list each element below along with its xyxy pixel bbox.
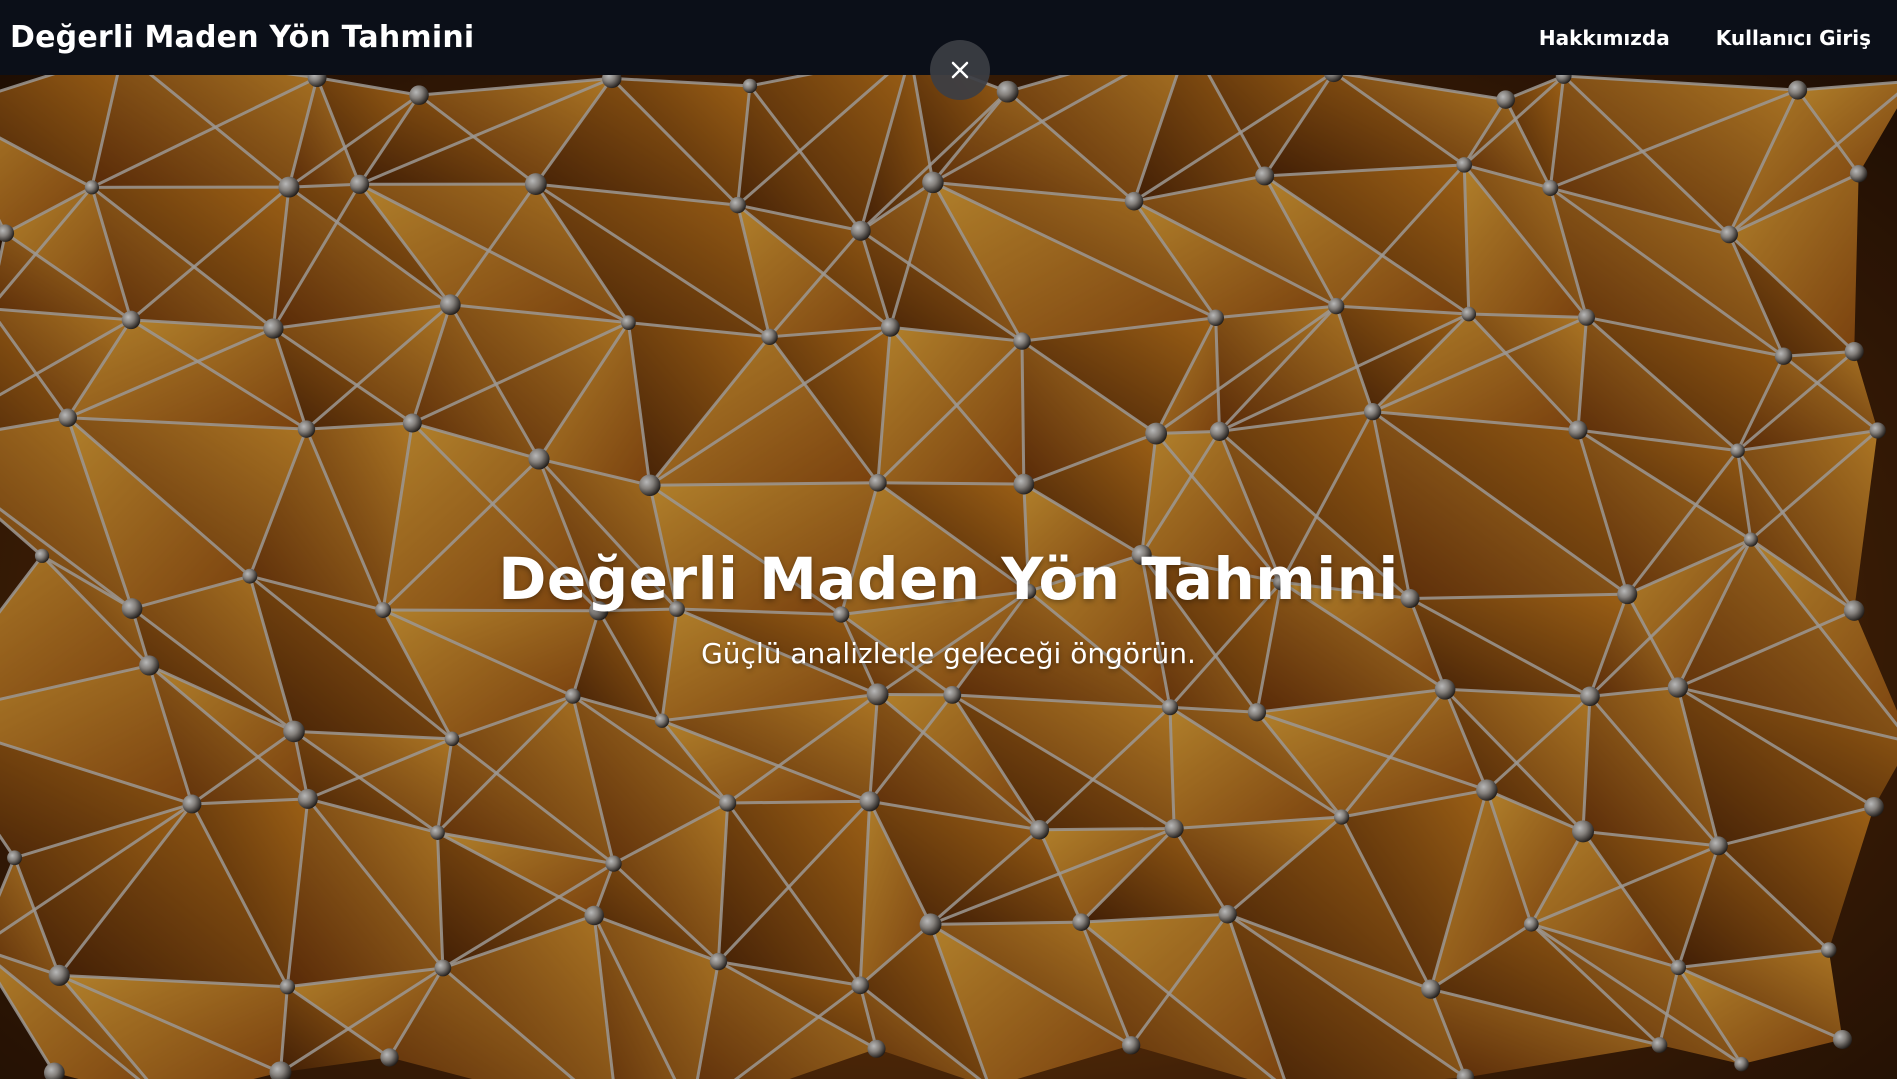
hero-title: Değerli Maden Yön Tahmini bbox=[498, 545, 1399, 613]
hero-content: Değerli Maden Yön Tahmini Güçlü analizle… bbox=[0, 545, 1897, 670]
hero-section: Değerli Maden Yön Tahmini Güçlü analizle… bbox=[0, 75, 1897, 1079]
nav-links: Hakkımızda Kullanıcı Giriş bbox=[1539, 26, 1887, 50]
close-icon bbox=[951, 61, 969, 79]
nav-link-about[interactable]: Hakkımızda bbox=[1539, 26, 1670, 50]
close-button[interactable] bbox=[930, 40, 990, 100]
brand-link[interactable]: Değerli Maden Yön Tahmini bbox=[10, 20, 474, 55]
hero-subtitle: Güçlü analizlerle geleceği öngörün. bbox=[701, 636, 1196, 670]
nav-link-user-login[interactable]: Kullanıcı Giriş bbox=[1716, 26, 1871, 50]
